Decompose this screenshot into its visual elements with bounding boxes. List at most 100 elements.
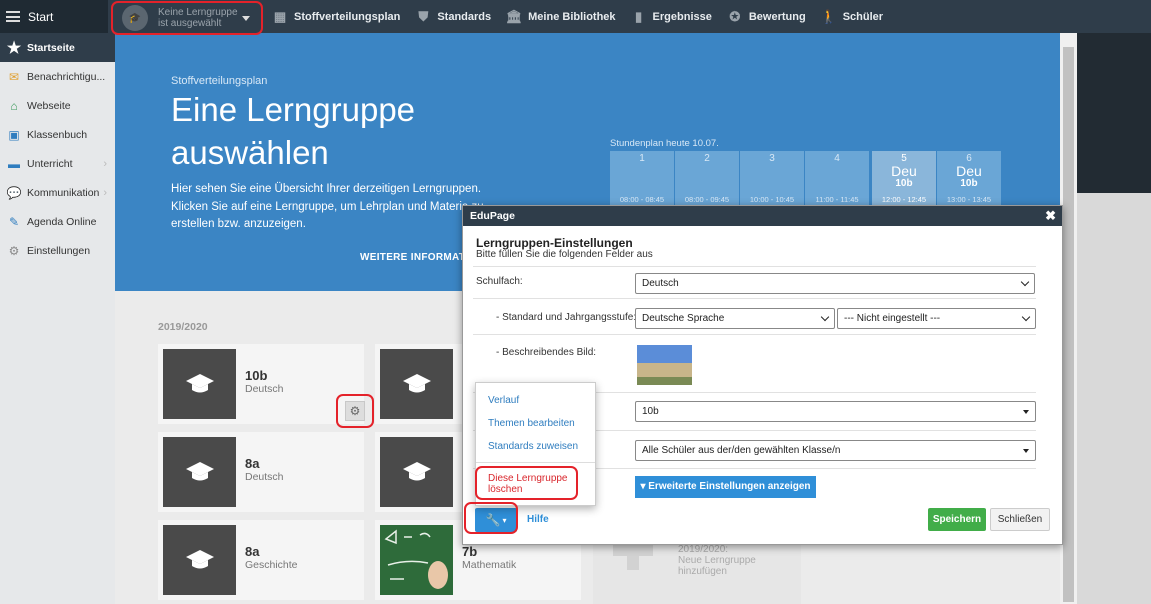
star-icon: ★ bbox=[6, 39, 22, 57]
menu-item-edit-topics[interactable]: Themen bearbeiten bbox=[488, 418, 575, 429]
graduation-cap-icon bbox=[185, 462, 214, 481]
nav-label: Schüler bbox=[842, 10, 884, 23]
schedule-title: Stundenplan heute 10.07. bbox=[610, 138, 719, 149]
sidebar-item-label: Webseite bbox=[27, 99, 71, 112]
sidebar-item-einstellungen[interactable]: ⚙ Einstellungen bbox=[0, 236, 115, 265]
graduation-cap-icon bbox=[402, 462, 431, 481]
hero-text: Hier sehen Sie eine Übersicht Ihrer derz… bbox=[171, 183, 484, 230]
students-icon: 🚶 bbox=[820, 8, 837, 24]
nav-schueler[interactable]: 🚶 Schüler bbox=[820, 8, 884, 24]
nav-bewertung[interactable]: ✪ Bewertung bbox=[727, 9, 805, 24]
add-group-label: Neue Lerngruppe hinzufügen bbox=[678, 555, 756, 577]
home-icon: ⌂ bbox=[10, 98, 18, 113]
start-label: Start bbox=[28, 9, 54, 24]
graduation-cap-icon bbox=[402, 374, 431, 393]
sidebar-item-klassenbuch[interactable]: ▣ Klassenbuch bbox=[0, 120, 115, 149]
highlight-ring bbox=[111, 1, 263, 35]
schedule-slot[interactable]: 6 Deu 10b 13:00 - 13:45 bbox=[937, 151, 1001, 206]
image-label: - Beschreibendes Bild: bbox=[496, 347, 597, 358]
scrollbar-thumb[interactable] bbox=[1063, 47, 1074, 602]
sidebar-item-label: Startseite bbox=[27, 41, 75, 54]
highlight-ring bbox=[464, 502, 518, 534]
sidebar-item-kommunikation[interactable]: 💬 Kommunikation › bbox=[0, 178, 115, 207]
help-link[interactable]: Hilfe bbox=[527, 514, 549, 525]
group-card[interactable]: 8a Geschichte bbox=[158, 520, 364, 600]
nav-bibliothek[interactable]: 🏛 Meine Bibliothek bbox=[505, 8, 616, 24]
standard-select[interactable]: Deutsche Sprache bbox=[635, 308, 835, 329]
menu-item-assign-standards[interactable]: Standards zuweisen bbox=[488, 441, 578, 452]
menu-item-verlauf[interactable]: Verlauf bbox=[488, 395, 519, 406]
group-card[interactable]: 8a Deutsch bbox=[158, 432, 364, 512]
shield-icon: ⛊ bbox=[418, 8, 429, 24]
math-board-icon bbox=[384, 529, 448, 589]
sidebar-item-agenda[interactable]: ✎ Agenda Online bbox=[0, 207, 115, 236]
briefcase-icon: ▬ bbox=[8, 156, 20, 171]
slot-number: 4 bbox=[834, 153, 840, 164]
main-nav: ▦ Stoffverteilungsplan ⛊ Standards 🏛 Mei… bbox=[272, 0, 898, 33]
graduation-cap-icon bbox=[185, 550, 214, 569]
schedule-slot[interactable]: 1 08:00 - 08:45 bbox=[610, 151, 674, 206]
group-thumbnail bbox=[380, 437, 453, 507]
subject-label: Schulfach: bbox=[476, 276, 523, 287]
subject-select[interactable]: Deutsch bbox=[635, 273, 1035, 294]
group-title: 8a bbox=[245, 456, 260, 471]
save-button[interactable]: Speichern bbox=[928, 508, 986, 531]
grade-select[interactable]: --- Nicht eingestellt --- bbox=[837, 308, 1036, 329]
students-select[interactable]: Alle Schüler aus der/den gewählten Klass… bbox=[635, 440, 1036, 461]
schedule-slot[interactable]: 3 10:00 - 10:45 bbox=[740, 151, 804, 206]
sidebar-item-webseite[interactable]: ⌂ Webseite bbox=[0, 91, 115, 120]
divider bbox=[473, 266, 1036, 267]
nav-ergebnisse[interactable]: ▮ Ergebnisse bbox=[631, 9, 712, 24]
advanced-settings-button[interactable]: ▾ Erweiterte Einstellungen anzeigen bbox=[635, 476, 816, 498]
sidebar-item-label: Einstellungen bbox=[27, 244, 91, 257]
slot-time: 11:00 - 11:45 bbox=[815, 195, 859, 204]
nav-stoffverteilungsplan[interactable]: ▦ Stoffverteilungsplan bbox=[272, 8, 401, 24]
highlight-ring bbox=[475, 466, 578, 500]
table-icon: ▦ bbox=[273, 8, 287, 24]
group-title: 7b bbox=[462, 544, 478, 559]
slot-time: 08:00 - 08:45 bbox=[619, 195, 665, 204]
slot-time: 08:00 - 09:45 bbox=[684, 195, 730, 204]
pen-icon: ✎ bbox=[8, 214, 20, 229]
sidebar-item-label: Unterricht bbox=[27, 157, 73, 170]
graduation-cap-icon bbox=[185, 374, 214, 393]
chevron-right-icon: › bbox=[103, 157, 107, 170]
slot-number: 1 bbox=[639, 153, 645, 164]
schedule-slot[interactable]: 2 08:00 - 09:45 bbox=[675, 151, 739, 206]
close-button[interactable]: Schließen bbox=[990, 508, 1050, 531]
chat-icon: 💬 bbox=[6, 185, 22, 200]
nav-label: Stoffverteilungsplan bbox=[294, 10, 401, 23]
hamburger-icon bbox=[6, 11, 20, 22]
group-thumbnail bbox=[163, 525, 236, 595]
sidebar-item-startseite[interactable]: ★ Startseite bbox=[0, 33, 115, 62]
nav-standards[interactable]: ⛊ Standards bbox=[415, 8, 492, 24]
nav-label: Standards bbox=[437, 10, 492, 23]
school-year: 2019/2020 bbox=[158, 321, 208, 333]
group-thumbnail bbox=[163, 437, 236, 507]
dialog-hint: Bitte füllen Sie die folgenden Felder au… bbox=[476, 249, 653, 260]
close-icon[interactable]: ✖ bbox=[1045, 206, 1056, 226]
group-subject: Deutsch bbox=[245, 471, 284, 483]
slot-class: 10b bbox=[895, 178, 913, 189]
group-subject: Mathematik bbox=[462, 559, 517, 571]
group-card[interactable]: 10b Deutsch bbox=[158, 344, 364, 424]
class-select[interactable]: 10b bbox=[635, 401, 1036, 422]
menu-divider bbox=[476, 462, 595, 463]
sidebar-item-benachrichtigungen[interactable]: ✉ Benachrichtigu... bbox=[0, 62, 115, 91]
chevron-right-icon: › bbox=[103, 186, 107, 199]
standard-label: - Standard und Jahrgangsstufe: bbox=[496, 312, 637, 323]
schedule-slot[interactable]: 4 11:00 - 11:45 bbox=[805, 151, 869, 206]
nav-label: Ergebnisse bbox=[652, 10, 712, 23]
sidebar-item-unterricht[interactable]: ▬ Unterricht › bbox=[0, 149, 115, 178]
more-info-link[interactable]: WEITERE INFORMATIO bbox=[360, 252, 476, 263]
sidebar-item-label: Kommunikation bbox=[27, 186, 100, 199]
hero-subtitle: Stoffverteilungsplan bbox=[171, 75, 268, 87]
start-menu-button[interactable]: Start bbox=[0, 0, 108, 33]
group-image[interactable] bbox=[637, 345, 692, 385]
slot-time: 12:00 - 12:45 bbox=[881, 195, 927, 204]
library-icon: 🏛 bbox=[505, 8, 523, 24]
schedule-slot-current[interactable]: 5 Deu 10b 12:00 - 12:45 bbox=[872, 151, 936, 206]
advanced-settings-label: Erweiterte Einstellungen anzeigen bbox=[648, 481, 811, 492]
right-panel bbox=[1077, 193, 1151, 604]
slot-time: 13:00 - 13:45 bbox=[946, 195, 992, 204]
